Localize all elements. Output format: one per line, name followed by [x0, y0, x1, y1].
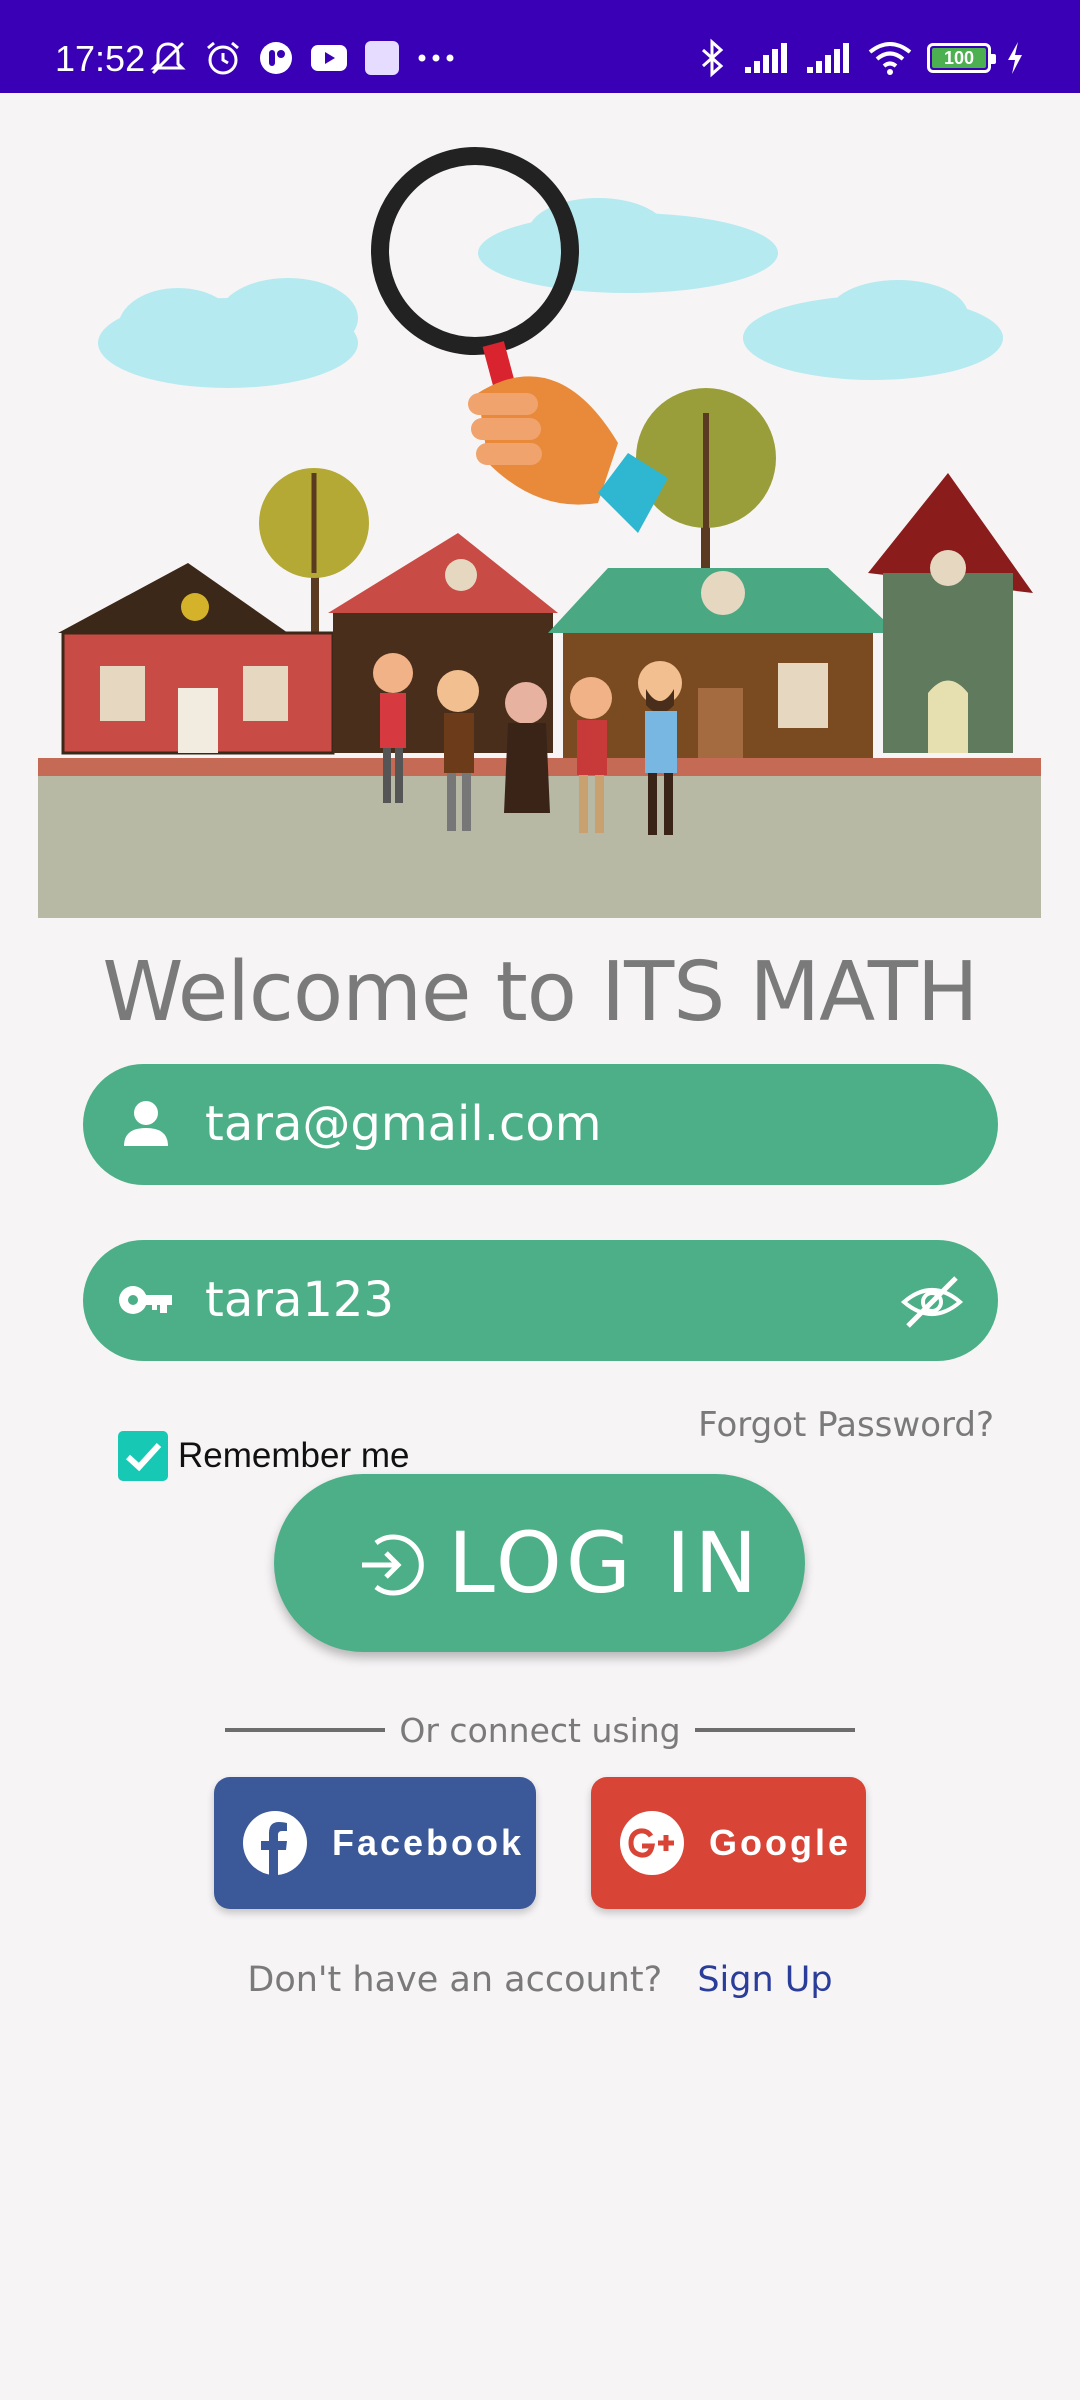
wifi-icon — [868, 42, 912, 75]
status-icons-left — [148, 38, 456, 78]
key-icon — [119, 1286, 172, 1314]
google-button[interactable]: Google — [591, 1777, 866, 1909]
facebook-button[interactable]: Facebook — [214, 1777, 536, 1909]
bluetooth-icon — [702, 38, 724, 78]
check-icon — [125, 1442, 162, 1472]
email-field[interactable]: tara@gmail.com — [83, 1064, 998, 1185]
google-label: Google — [709, 1822, 851, 1863]
google-plus-icon — [620, 1811, 684, 1875]
password-value[interactable]: tara123 — [205, 1240, 394, 1361]
signal-icon — [807, 43, 849, 73]
facebook-icon — [243, 1811, 307, 1876]
login-button[interactable]: LOG IN — [274, 1474, 805, 1652]
status-bar: 17:52 100 — [0, 0, 1080, 93]
password-field[interactable]: tara123 — [83, 1240, 998, 1361]
charging-icon — [1008, 42, 1022, 74]
alarm-icon — [207, 41, 239, 75]
remember-checkbox[interactable] — [118, 1431, 168, 1481]
muted-bell-icon — [150, 41, 186, 75]
social-divider: Or connect using — [225, 1705, 855, 1755]
person-icon — [124, 1101, 168, 1146]
forgot-password-link[interactable]: Forgot Password? — [698, 1405, 994, 1445]
battery-level: 100 — [943, 48, 975, 68]
status-time: 17:52 — [55, 38, 146, 79]
app-icon — [260, 42, 292, 74]
remember-label[interactable]: Remember me — [178, 1436, 409, 1476]
signup-link[interactable]: Sign Up — [697, 1960, 832, 2000]
status-icons-right: 100 — [695, 38, 1025, 78]
email-value[interactable]: tara@gmail.com — [205, 1064, 601, 1185]
signup-question: Don't have an account? — [247, 1960, 663, 2000]
hero-illustration — [38, 93, 1041, 918]
more-icon — [418, 54, 454, 62]
signal-icon — [745, 43, 787, 73]
square-app-icon — [365, 41, 399, 75]
divider-text: Or connect using — [399, 1710, 681, 1750]
youtube-icon — [311, 45, 347, 71]
login-icon — [362, 1534, 424, 1596]
login-label: LOG IN — [448, 1514, 762, 1612]
eye-off-icon[interactable] — [900, 1270, 964, 1334]
battery-icon: 100 — [927, 43, 996, 73]
facebook-label: Facebook — [332, 1822, 525, 1863]
page-title: Welcome to ITS MATH — [102, 945, 978, 1040]
signup-row: Don't have an account? Sign Up — [0, 1960, 1080, 2000]
